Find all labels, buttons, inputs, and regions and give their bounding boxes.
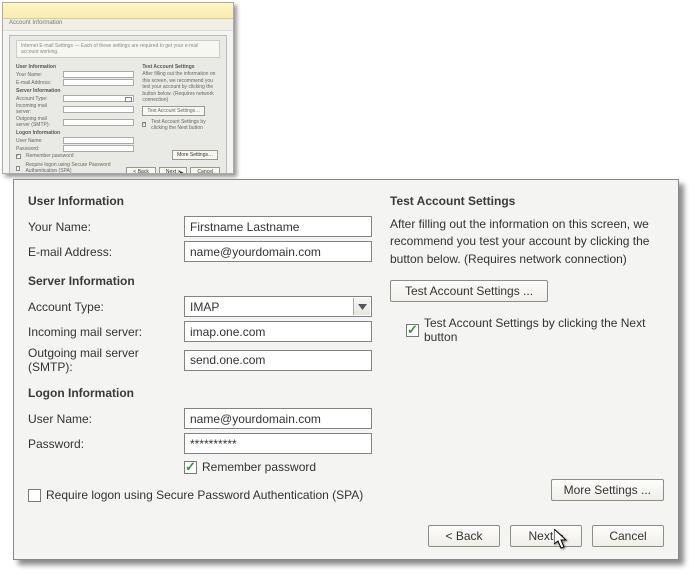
incoming-server-label: Incoming mail server: [28, 325, 184, 339]
user-name-input[interactable] [184, 408, 372, 429]
outlook-window-thumbnail: Account Information Internet E-mail Sett… [2, 2, 234, 174]
cancel-button[interactable]: Cancel [592, 525, 664, 547]
outgoing-server-label: Outgoing mail server (SMTP): [28, 346, 184, 374]
thumb-test-heading: Test Account Settings [142, 64, 220, 70]
thumb-more-settings: More Settings… [172, 150, 218, 160]
test-on-next-label: Test Account Settings by clicking the Ne… [424, 316, 664, 344]
next-button[interactable]: Next > [510, 525, 582, 547]
test-on-next-checkbox[interactable] [406, 324, 419, 337]
logon-information-heading: Logon Information [28, 386, 372, 400]
remember-password-label: Remember password [202, 460, 316, 474]
thumb-server-info-heading: Server Information [16, 88, 134, 94]
server-information-heading: Server Information [28, 274, 372, 288]
thumb-test-button: Test Account Settings… [142, 106, 205, 116]
user-information-heading: User Information [28, 194, 372, 208]
back-button[interactable]: < Back [428, 525, 500, 547]
your-name-label: Your Name: [28, 220, 184, 234]
account-type-select[interactable]: IMAP [184, 296, 372, 317]
thumb-next: Next > [159, 167, 188, 174]
email-address-input[interactable] [184, 241, 372, 262]
thumb-user-info-heading: User Information [16, 64, 134, 70]
thumb-dialog: Internet E-mail Settings — Each of these… [9, 35, 227, 174]
password-label: Password: [28, 437, 184, 451]
thumb-back: < Back [126, 167, 155, 174]
thumb-cancel: Cancel [190, 167, 220, 174]
account-type-label: Account Type: [28, 300, 184, 314]
more-settings-button[interactable]: More Settings ... [551, 479, 664, 501]
password-input[interactable] [184, 433, 372, 454]
thumb-logon-info-heading: Logon Information [16, 130, 134, 136]
account-type-value: IMAP [190, 300, 219, 314]
test-account-settings-text: After filling out the information on thi… [390, 216, 664, 268]
thumb-dialog-subtitle: Internet E-mail Settings — Each of these… [16, 40, 220, 58]
spa-label: Require logon using Secure Password Auth… [46, 488, 363, 502]
thumb-ribbon [3, 3, 233, 19]
outgoing-server-input[interactable] [184, 350, 372, 371]
incoming-server-input[interactable] [184, 321, 372, 342]
remember-password-checkbox[interactable] [184, 461, 197, 474]
spa-checkbox[interactable] [28, 489, 41, 502]
email-address-label: E-mail Address: [28, 245, 184, 259]
account-settings-dialog: User Information Your Name: E-mail Addre… [13, 179, 679, 560]
test-account-settings-heading: Test Account Settings [390, 194, 664, 208]
your-name-input[interactable] [184, 216, 372, 237]
user-name-label: User Name: [28, 412, 184, 426]
test-account-settings-button[interactable]: Test Account Settings ... [390, 280, 548, 302]
chevron-down-icon [353, 298, 370, 315]
thumb-titlebar: Account Information [3, 19, 233, 31]
